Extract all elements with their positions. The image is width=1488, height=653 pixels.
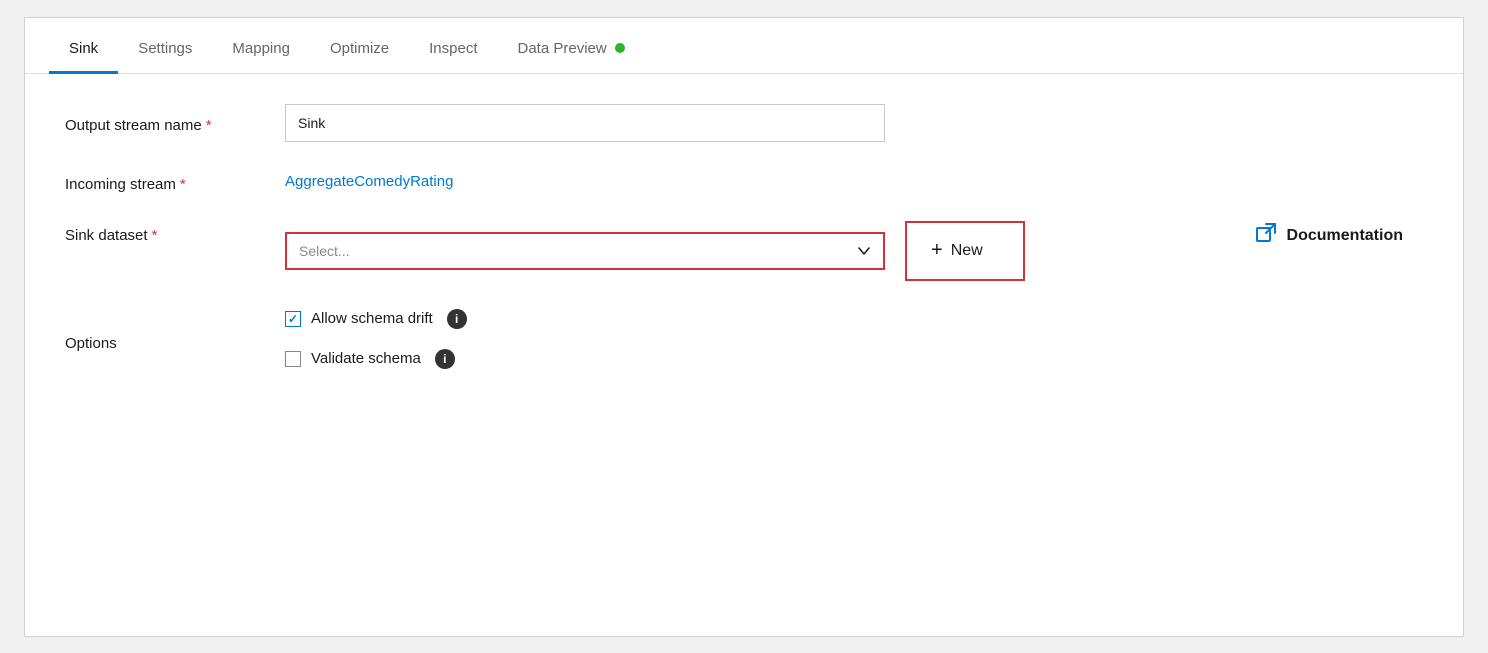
checkmark-icon: ✓ xyxy=(288,312,298,326)
allow-schema-drift-checkbox[interactable]: ✓ xyxy=(285,311,301,327)
sink-dataset-new-wrapper: Select... + New xyxy=(285,221,1025,281)
new-button-label: New xyxy=(951,242,983,260)
incoming-stream-field-value: AggregateComedyRating xyxy=(285,170,1165,193)
options-label: Options xyxy=(65,309,285,369)
output-stream-label: Output stream name * xyxy=(65,104,285,142)
tab-mapping[interactable]: Mapping xyxy=(212,26,310,74)
documentation-section[interactable]: Documentation xyxy=(1255,222,1403,250)
incoming-stream-label: Incoming stream * xyxy=(65,170,285,193)
tab-data-preview[interactable]: Data Preview xyxy=(498,26,645,74)
sink-dataset-field-value: Select... + New xyxy=(285,221,1165,281)
tab-settings[interactable]: Settings xyxy=(118,26,212,74)
output-stream-input[interactable] xyxy=(285,104,885,142)
documentation-label[interactable]: Documentation xyxy=(1287,227,1403,245)
tab-inspect[interactable]: Inspect xyxy=(409,26,497,74)
validate-schema-label: Validate schema xyxy=(311,350,421,367)
output-stream-required: * xyxy=(206,117,212,134)
sink-dataset-label: Sink dataset * xyxy=(65,221,285,281)
form: Output stream name * Incoming stream * A… xyxy=(65,104,1165,369)
select-placeholder: Select... xyxy=(287,243,845,259)
allow-schema-drift-row: ✓ Allow schema drift i xyxy=(285,309,1165,329)
incoming-stream-required: * xyxy=(180,176,186,193)
validate-schema-row: Validate schema i xyxy=(285,349,1165,369)
tab-optimize[interactable]: Optimize xyxy=(310,26,409,74)
incoming-stream-link[interactable]: AggregateComedyRating xyxy=(285,173,453,190)
allow-schema-drift-checkbox-wrapper: ✓ Allow schema drift xyxy=(285,310,433,327)
allow-schema-drift-info-icon[interactable]: i xyxy=(447,309,467,329)
main-content: Documentation Output stream name * Incom… xyxy=(25,74,1463,399)
data-preview-status-dot xyxy=(615,43,625,53)
validate-schema-checkbox[interactable] xyxy=(285,351,301,367)
external-link-icon xyxy=(1255,222,1277,250)
options-checkboxes: ✓ Allow schema drift i Validate schema i xyxy=(285,309,1165,369)
tab-bar: Sink Settings Mapping Optimize Inspect D… xyxy=(25,18,1463,74)
validate-schema-info-icon[interactable]: i xyxy=(435,349,455,369)
validate-schema-checkbox-wrapper: Validate schema xyxy=(285,350,421,367)
new-button-plus-icon: + xyxy=(931,239,943,262)
output-stream-field-value xyxy=(285,104,1165,142)
sink-dataset-required: * xyxy=(152,227,158,244)
sink-dataset-select[interactable]: Select... xyxy=(285,232,885,270)
allow-schema-drift-label: Allow schema drift xyxy=(311,310,433,327)
dropdown-arrow-icon[interactable] xyxy=(845,232,883,270)
new-button[interactable]: + New xyxy=(905,221,1025,281)
tab-sink[interactable]: Sink xyxy=(49,26,118,74)
